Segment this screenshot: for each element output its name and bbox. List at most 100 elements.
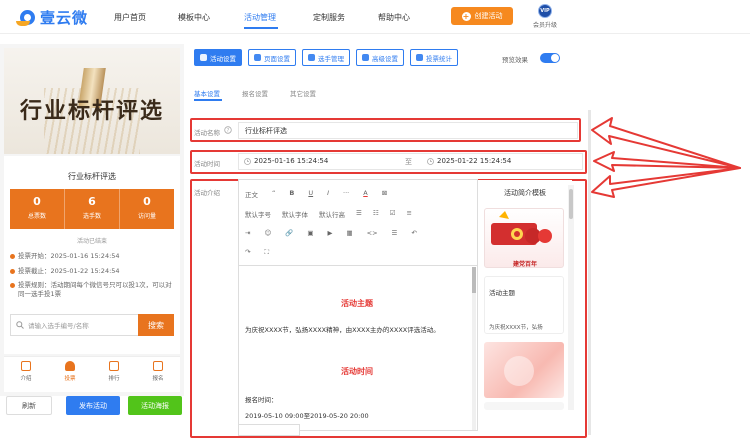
info-text: 投票截止：2025-01-22 15:24:54 <box>18 267 120 275</box>
stat-visits: 0 访问量 <box>120 189 174 229</box>
clock-icon <box>427 158 434 165</box>
tab-signup[interactable]: 报名 <box>136 357 180 392</box>
divider-icon[interactable]: ☰ <box>392 229 398 237</box>
template-card-more[interactable] <box>484 402 564 410</box>
activity-name-input[interactable] <box>238 122 578 139</box>
subtab-signup[interactable]: 报名设置 <box>242 88 268 98</box>
signup-icon <box>153 361 163 371</box>
font-size-dropdown[interactable]: 默认字号 <box>245 209 271 219</box>
stats-bar: 0 总票数 6 选手数 0 访问量 <box>10 189 174 229</box>
line-height-dropdown[interactable]: 默认行高 <box>319 209 345 219</box>
tab-label: 报名 <box>152 376 164 382</box>
undo-icon[interactable]: ↶ <box>411 229 416 237</box>
template-scrollbar[interactable] <box>568 185 574 410</box>
nav-item-home[interactable]: 用户首页 <box>114 12 146 23</box>
plus-icon: + <box>461 11 471 21</box>
template-card-party[interactable]: 建党百年 <box>484 208 564 268</box>
stat-value: 6 <box>88 195 96 208</box>
publish-activity-button[interactable]: 发布活动 <box>66 396 120 415</box>
editor-scrollbar[interactable] <box>472 267 476 430</box>
button-label: 活动设置 <box>210 54 236 63</box>
template-card-text[interactable]: 活动主题 为庆祝XXXX节，弘扬 <box>484 276 564 334</box>
button-label: 选手管理 <box>318 54 344 63</box>
tab-label: 介绍 <box>20 376 32 382</box>
todo-list-icon[interactable]: ☑ <box>390 209 396 219</box>
search-button[interactable]: 搜索 <box>138 314 174 336</box>
create-activity-button[interactable]: + 创建活动 <box>451 7 513 25</box>
clock-icon <box>244 158 251 165</box>
bullet-icon <box>10 283 15 288</box>
stat-label: 选手数 <box>82 213 101 220</box>
template-card-pink[interactable] <box>484 342 564 398</box>
annotation-arrows <box>591 117 741 198</box>
fullscreen-icon[interactable]: ⛶ <box>264 248 269 257</box>
indent-icon[interactable]: ⇥ <box>245 229 250 237</box>
chart-icon <box>416 54 423 61</box>
video-icon[interactable]: ▶ <box>327 229 332 237</box>
search-input[interactable]: 请输入选手编号/名称 <box>10 314 138 336</box>
logo[interactable]: 壹云微 <box>16 7 88 28</box>
underline-icon[interactable]: U <box>308 189 313 199</box>
bullet-icon <box>10 269 15 274</box>
more-icon[interactable]: ··· <box>343 189 349 199</box>
activity-card-title: 行业标杆评选 <box>68 172 116 181</box>
time-start-value[interactable]: 2025-01-16 15:24:54 <box>254 157 328 165</box>
nav-item-activities[interactable]: 活动管理 <box>244 12 276 23</box>
activity-settings-button[interactable]: 活动设置 <box>194 49 242 66</box>
nav-item-custom-service[interactable]: 定制服务 <box>313 12 345 23</box>
tab-intro[interactable]: 介绍 <box>4 357 48 392</box>
background-color-icon[interactable]: ⊠ <box>382 189 387 199</box>
activity-name-label: 活动名称 <box>194 129 220 137</box>
refresh-button[interactable]: 刷新 <box>6 396 52 415</box>
help-icon[interactable]: ? <box>224 126 232 134</box>
italic-icon[interactable]: I <box>327 189 329 199</box>
button-label: 投票统计 <box>426 54 452 63</box>
time-end-value[interactable]: 2025-01-22 15:24:54 <box>437 157 511 165</box>
nav-item-help[interactable]: 帮助中心 <box>378 12 410 23</box>
vip-label: 会员升级 <box>532 22 557 29</box>
font-color-icon[interactable]: A <box>363 189 367 199</box>
code-icon[interactable]: <> <box>367 229 378 237</box>
subtab-active-indicator <box>194 99 222 101</box>
editor-resize-handle[interactable] <box>238 424 300 436</box>
page-settings-button[interactable]: 页面设置 <box>248 49 296 66</box>
contestant-manage-button[interactable]: 选手管理 <box>302 49 350 66</box>
activity-poster-button[interactable]: 活动海报 <box>128 396 182 415</box>
intro-template-panel: 活动简介模板 建党百年 活动主题 为庆祝XXXX节，弘扬 <box>478 180 572 412</box>
advanced-settings-button[interactable]: 高级设置 <box>356 49 404 66</box>
mobile-preview: 行业标杆评选 行业标杆评选 0 总票数 6 选手数 0 访问量 活动已结束 投票… <box>0 44 184 396</box>
create-activity-label: 创建活动 <box>474 12 503 20</box>
nav-active-indicator <box>244 27 278 29</box>
settings-icon <box>200 54 207 61</box>
bulleted-list-icon[interactable]: ☰ <box>356 209 362 219</box>
nav-item-templates[interactable]: 模板中心 <box>178 12 210 23</box>
info-text: 投票开始：2025-01-16 15:24:54 <box>18 252 120 260</box>
ranking-icon <box>109 361 119 371</box>
numbered-list-icon[interactable]: ☷ <box>373 209 379 219</box>
link-icon[interactable]: 🔗 <box>285 229 293 237</box>
redo-icon[interactable]: ↷ <box>245 248 250 257</box>
info-vote-rule: 投票规则：活动期间每个微信号只可以投1次，可以对同一选手投1票 <box>10 281 174 299</box>
user-icon <box>65 361 75 371</box>
image-icon[interactable]: ▣ <box>307 229 313 237</box>
users-icon <box>308 54 315 61</box>
tab-vote[interactable]: 投票 <box>48 357 92 392</box>
font-family-dropdown[interactable]: 默认字体 <box>282 209 308 219</box>
tab-ranking[interactable]: 排行 <box>92 357 136 392</box>
bold-icon[interactable]: B <box>289 189 294 199</box>
align-icon[interactable]: ≡ <box>406 209 411 219</box>
info-text: 投票规则：活动期间每个微信号只可以投1次，可以对同一选手投1票 <box>18 281 172 298</box>
vip-upgrade[interactable]: VIP 会员升级 <box>531 4 559 29</box>
quote-icon[interactable]: “ <box>272 189 275 199</box>
template-card-text: 为庆祝XXXX节，弘扬 <box>489 325 543 331</box>
settings-subtabs: 基本设置 报名设置 其它设置 <box>194 88 316 98</box>
subtab-other[interactable]: 其它设置 <box>290 88 316 98</box>
annotation-arrow-icon <box>591 167 741 198</box>
preview-toggle[interactable] <box>540 53 560 63</box>
table-icon[interactable]: ▦ <box>346 229 352 237</box>
emoji-icon[interactable]: ☺ <box>264 229 271 237</box>
paragraph-format-dropdown[interactable]: 正文 <box>245 189 258 199</box>
subtab-basic[interactable]: 基本设置 <box>194 88 220 98</box>
editor-toolbar-row: 默认字号 默认字体 默认行高 ☰ ☷ ☑ ≡ <box>245 209 412 219</box>
vote-stats-button[interactable]: 投票统计 <box>410 49 458 66</box>
